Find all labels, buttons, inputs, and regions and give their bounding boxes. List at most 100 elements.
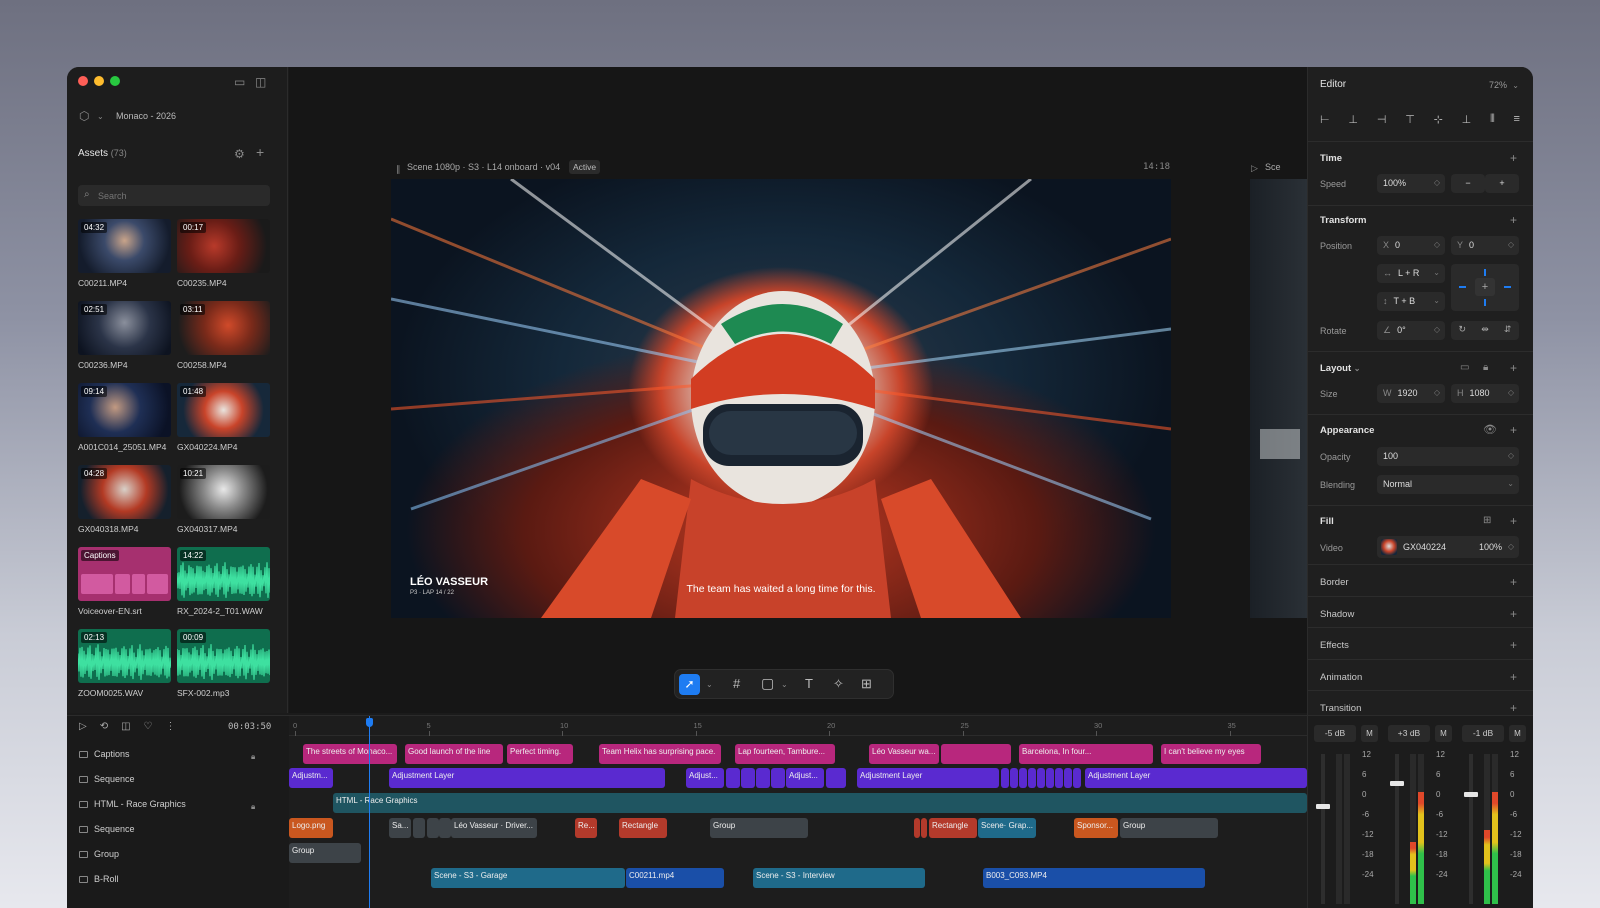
graphic-clip[interactable]: Group [1120,818,1218,838]
graphic-clip[interactable]: Rectangle [619,818,667,838]
asset-item[interactable]: 00:17 C00235.MP4 [177,219,270,288]
caption-clip[interactable]: Léo Vasseur wa... [869,744,939,764]
project-logo-icon[interactable]: ⬡ [79,110,89,122]
track-header[interactable]: Sequence [79,824,135,834]
section-border[interactable]: Border [1320,577,1349,588]
rectangle-tool-icon[interactable]: ▢ [761,676,774,690]
timeline-ruler[interactable]: 0 5 10 15 20 25 30 35 [289,716,1307,736]
broll-clip[interactable]: B003_C093.MP4 [983,868,1205,888]
add-layout-icon[interactable]: + [1510,361,1517,375]
caption-clip[interactable]: The streets of Monaco... [303,744,397,764]
caption-clip[interactable]: Perfect timing. [507,744,573,764]
components-tool-icon[interactable]: ⊞ [861,677,872,690]
caption-clip[interactable]: Good launch of the line [405,744,503,764]
asset-item[interactable]: 14:22 RX_2024-2_T01.WAW [177,547,270,616]
caption-clip[interactable]: Team Helix has surprising pace. [599,744,721,764]
adjustment-clip[interactable] [1028,768,1036,788]
text-tool-icon[interactable]: T [805,677,813,690]
position-x-field[interactable]: X 0 ◇ [1377,236,1445,255]
caption-clip[interactable]: Lap fourteen, Tambure... [735,744,835,764]
height-field[interactable]: H 1080 ◇ [1451,384,1519,403]
channel-gain-field[interactable]: +3 dB [1388,725,1430,742]
broll-clip[interactable]: Scene - S3 - Garage [431,868,625,888]
adjustment-clip[interactable] [1055,768,1063,788]
speed-plus-button[interactable]: + [1485,174,1519,193]
adjustment-clip[interactable] [726,768,740,788]
search-input[interactable] [98,188,263,203]
asset-item[interactable]: 10:21 GX040317.MP4 [177,465,270,534]
track-header[interactable]: B-Roll [79,874,119,884]
search-box[interactable]: ⌕ [78,185,270,206]
lock-icon[interactable]: 🔒︎ [251,751,255,763]
fader-handle[interactable] [1390,781,1404,786]
track-header[interactable]: Captions [79,749,130,759]
distribute-h-icon[interactable]: ⫴ [1490,113,1495,126]
add-appearance-icon[interactable]: + [1510,423,1517,437]
asset-item[interactable]: 09:14 A001C014_25051.MP4 [78,383,171,452]
adjustment-clip[interactable] [1073,768,1081,788]
grid-tool-icon[interactable]: # [733,677,740,690]
vertical-constraint-select[interactable]: ↕ T + B ⌄ [1377,292,1445,311]
graphic-clip[interactable] [921,818,927,838]
graphic-clip[interactable] [914,818,920,838]
layout-icon[interactable]: ▭ [234,76,245,88]
adjustment-clip[interactable] [771,768,785,788]
pause-icon[interactable]: ∥ [396,163,401,175]
sidebar-toggle-icon[interactable]: ◫ [255,76,266,88]
fader-handle[interactable] [1464,792,1478,797]
play-icon[interactable]: ▷ [1251,162,1258,174]
add-shadow-icon[interactable]: + [1510,607,1517,621]
play-icon[interactable]: ▷ [79,721,87,732]
close-window-button[interactable] [78,76,88,86]
playhead-handle[interactable] [366,718,373,727]
graphic-clip[interactable] [439,818,451,838]
magic-tool-icon[interactable]: ✧ [833,677,844,690]
caption-clip[interactable] [1249,744,1261,764]
chevron-down-icon[interactable]: ⌄ [781,679,788,691]
mute-button[interactable]: M [1361,725,1378,742]
add-transition-icon[interactable]: + [1510,701,1517,715]
mute-button[interactable]: M [1509,725,1526,742]
constraint-widget[interactable]: + [1451,264,1519,311]
section-transition[interactable]: Transition [1320,703,1361,714]
adjustment-clip[interactable] [1064,768,1072,788]
group-clip[interactable]: Group [289,843,361,863]
chevron-down-icon[interactable]: ⌄ [97,111,104,123]
adjustment-clip[interactable]: Adjust... [686,768,724,788]
channel-gain-field[interactable]: -1 dB [1462,725,1504,742]
adjustment-clip[interactable] [756,768,770,788]
zoom-window-button[interactable] [110,76,120,86]
broll-clip[interactable]: C00211.mp4 [626,868,724,888]
video-preview[interactable]: LÉO VASSEUR P3 · LAP 14 / 22 The team ha… [391,179,1171,618]
graphic-clip[interactable]: Sponsor... [1074,818,1118,838]
asset-item[interactable]: 02:51 C00236.MP4 [78,301,171,370]
add-time-icon[interactable]: + [1510,151,1517,165]
project-name[interactable]: Monaco - 2026 [116,111,176,121]
speed-field[interactable]: 100% ◇ [1377,174,1445,193]
asset-item[interactable]: 02:13 ZOOM0025.WAV [78,629,171,698]
select-tool-button[interactable]: ➚ [679,674,700,695]
flip-vertical-icon[interactable]: ⇵ [1504,324,1512,337]
minimize-window-button[interactable] [94,76,104,86]
adjustment-clip[interactable] [1019,768,1027,788]
asset-item[interactable]: 04:32 C00211.MP4 [78,219,171,288]
more-icon[interactable]: ⋮ [166,721,176,732]
add-fill-icon[interactable]: + [1510,514,1517,528]
asset-item[interactable]: 00:09 SFX-002.mp3 [177,629,270,698]
marker-icon[interactable]: ♡ [144,721,153,732]
timeline-area[interactable]: 0 5 10 15 20 25 30 35 The streets of Monaco... G… [289,716,1307,908]
graphic-clip[interactable]: Re... [575,818,597,838]
graphic-clip[interactable]: Léo Vasseur · Driver... [451,818,537,838]
add-animation-icon[interactable]: + [1510,670,1517,684]
blending-select[interactable]: Normal ⌄ [1377,475,1519,494]
caption-clip[interactable]: I can't believe my eyes [1161,744,1255,764]
track-header[interactable]: HTML - Race Graphics [79,799,186,809]
adjustment-clip[interactable] [826,768,846,788]
eye-icon[interactable]: 👁︎ [1483,424,1497,436]
lock-icon[interactable]: 🔒︎ [1483,362,1488,374]
adjustment-clip[interactable] [1010,768,1018,788]
lock-icon[interactable]: 🔒︎ [251,801,255,813]
section-animation[interactable]: Animation [1320,672,1362,683]
section-shadow[interactable]: Shadow [1320,609,1354,620]
add-effects-icon[interactable]: + [1510,638,1517,652]
